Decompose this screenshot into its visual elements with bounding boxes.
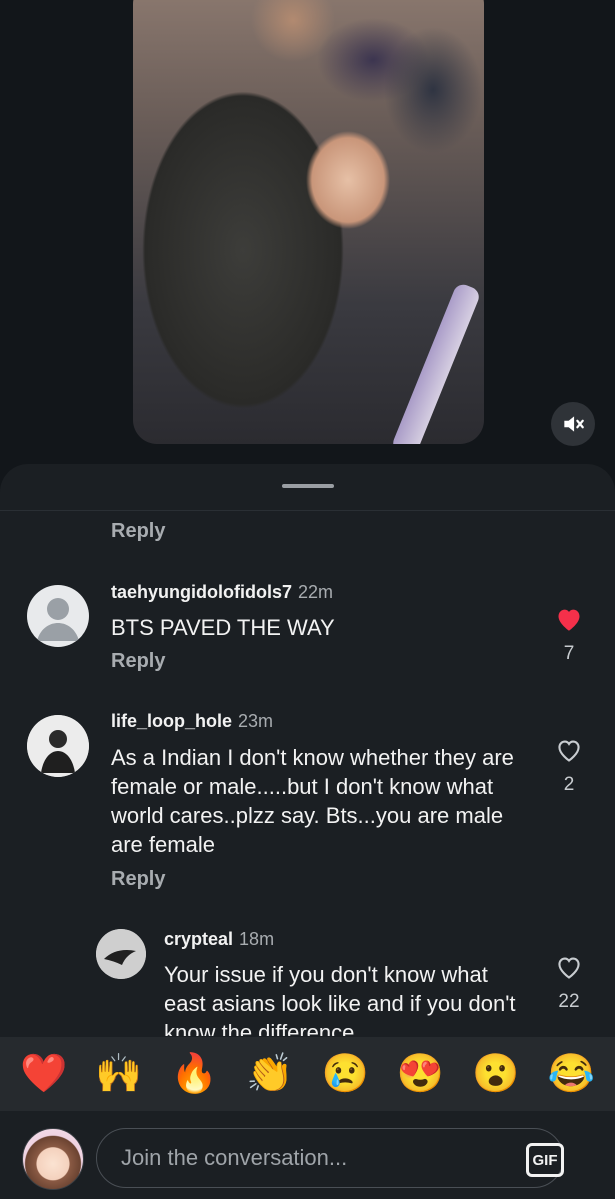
like-button[interactable]: 7 [549,606,589,665]
sheet-drag-handle[interactable] [282,484,334,488]
emoji-raised-hands[interactable]: 🙌 [95,1055,142,1093]
comment-username[interactable]: crypteal 18m [164,929,274,950]
emoji-surprised[interactable]: 😮 [472,1055,519,1093]
comment-username[interactable]: taehyungidolofidols7 22m [111,582,333,603]
mute-button[interactable] [551,402,595,446]
comment-text-clip: Your issue if you don't know what east a… [164,960,534,1036]
comment-username[interactable]: life_loop_hole 23m [111,711,273,732]
video-player[interactable] [133,0,484,444]
like-button[interactable]: 22 [549,954,589,1013]
avatar[interactable] [27,585,89,647]
comment-composer: Join the conversation... [0,1111,615,1199]
gif-button[interactable]: GIF [526,1143,564,1177]
profile-photo-icon [96,929,146,979]
heart-outline-icon [558,740,580,762]
emoji-laughing[interactable]: 😂 [548,1055,595,1093]
comment-time: 18m [239,929,275,949]
profile-photo-icon [27,715,89,777]
heart-filled-icon [558,609,580,631]
comment-time: 23m [238,711,274,731]
avatar[interactable] [27,715,89,777]
reply-button[interactable]: Reply [111,868,165,891]
comment-text: BTS PAVED THE WAY [111,615,335,640]
like-button[interactable]: 2 [549,737,589,796]
emoji-reaction-bar: ❤️ 🙌 🔥 👏 😢 😍 😮 😂 [0,1037,615,1111]
default-avatar-icon [37,598,79,641]
like-count: 7 [563,643,575,664]
reply-button[interactable]: Reply [111,520,165,543]
comment-input-placeholder: Join the conversation... [121,1145,348,1170]
speaker-muted-icon [564,416,584,432]
username-text[interactable]: life_loop_hole [111,711,232,731]
like-count: 22 [558,991,580,1012]
comment-text: Your issue if you don't know what east a… [164,962,516,1036]
emoji-heart[interactable]: ❤️ [20,1055,67,1093]
emoji-fire[interactable]: 🔥 [171,1055,218,1093]
username-text[interactable]: taehyungidolofidols7 [111,582,292,602]
emoji-crying[interactable]: 😢 [322,1055,369,1093]
username-text[interactable]: crypteal [164,929,233,949]
my-avatar[interactable] [22,1128,84,1190]
like-count: 2 [563,774,575,795]
avatar[interactable] [96,929,146,979]
lightstick-in-video [390,281,482,444]
comment-input[interactable]: Join the conversation... [96,1128,564,1188]
comment-text: As a Indian I don't know whether they ar… [111,745,514,857]
reply-button[interactable]: Reply [111,650,165,673]
emoji-clapping[interactable]: 👏 [246,1055,293,1093]
comment-time: 22m [298,582,334,602]
divider [0,510,615,511]
emoji-heart-eyes[interactable]: 😍 [397,1055,444,1093]
video-area [0,0,615,470]
heart-outline-icon [558,957,580,979]
